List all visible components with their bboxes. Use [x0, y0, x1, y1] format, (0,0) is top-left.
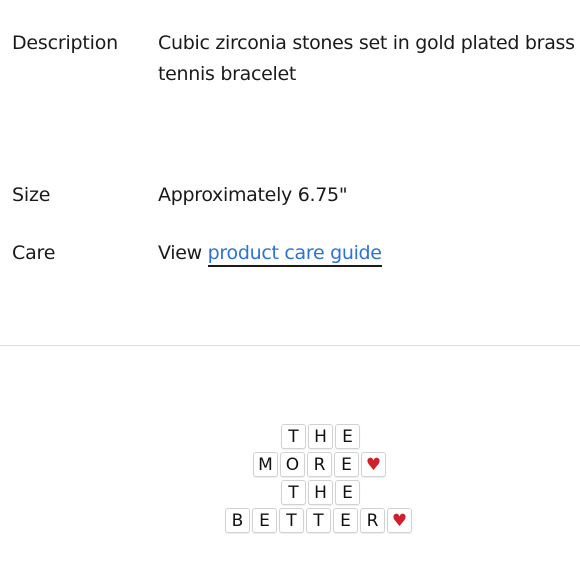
heart-icon: ♥ [387, 508, 412, 533]
logo-tile: O [280, 452, 305, 477]
product-care-guide-link[interactable]: product care guide [207, 242, 382, 267]
size-label: Size [12, 184, 51, 206]
logo-tile: E [333, 508, 358, 533]
logo-tile: H [308, 424, 333, 449]
logo-row-the-2: T H E [0, 480, 580, 506]
logo-tile: M [253, 452, 278, 477]
logo-tile: E [252, 508, 277, 533]
logo-tile: T [281, 480, 306, 505]
description-value: Cubic zirconia stones set in gold plated… [158, 32, 575, 85]
logo-tile: H [308, 480, 333, 505]
logo-tile: E [334, 452, 359, 477]
logo-tile: B [225, 508, 250, 533]
logo-tile: T [281, 424, 306, 449]
logo-tile: R [360, 508, 385, 533]
logo-tile: R [307, 452, 332, 477]
logo-tile: E [335, 480, 360, 505]
logo-row-better: B E T T E R ♥ [0, 508, 580, 534]
care-prefix: View [158, 242, 202, 264]
heart-icon: ♥ [361, 452, 386, 477]
logo-row-more: M O R E ♥ [0, 452, 580, 478]
description-label: Description [12, 32, 119, 54]
care-label: Care [12, 242, 56, 264]
logo-tile: T [306, 508, 331, 533]
size-value: Approximately 6.75" [158, 184, 348, 206]
logo-tile: E [335, 424, 360, 449]
logo-tile: T [279, 508, 304, 533]
logo-row-the-1: T H E [0, 424, 580, 450]
section-divider [0, 345, 580, 346]
care-value: View product care guide [158, 238, 580, 269]
